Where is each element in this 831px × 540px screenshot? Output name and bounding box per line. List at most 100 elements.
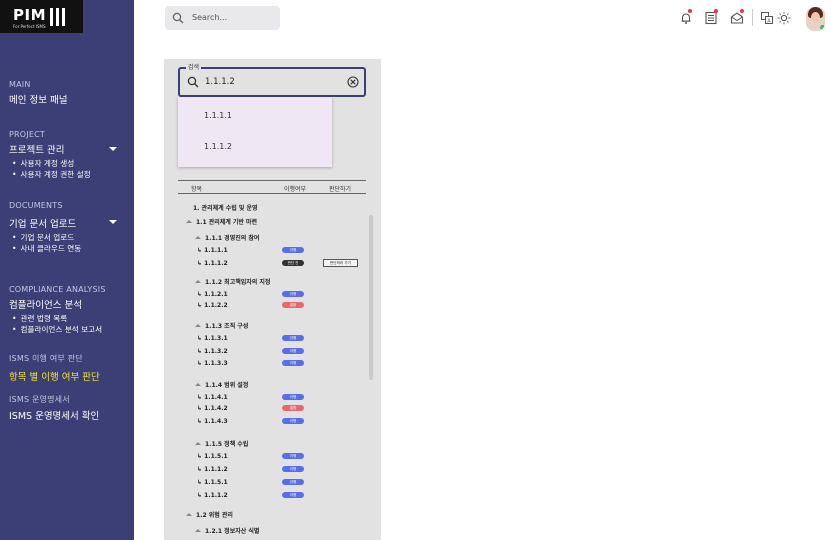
tree-row[interactable]: ↳ 1.1.1.1 [197, 247, 228, 254]
nav-caption: ISMS 이행 여부 판단 [9, 354, 83, 363]
logo[interactable]: PIM For Perfect ISMS [0, 0, 83, 33]
status-badge: 이행 [282, 291, 304, 297]
item-search-field[interactable]: 검색 1.1.1.2 [178, 62, 366, 97]
row-label: 1.1.1.2 [204, 492, 228, 499]
nav-subitem-cloud-link[interactable]: 사내 클라우드 연동 [12, 243, 81, 254]
tree-row[interactable]: ↳ 1.1.4.2 [197, 405, 228, 412]
tree-row[interactable]: 1.1.2 최고책임자의 지정 [195, 277, 270, 286]
row-label: 1.1.1.2 [204, 466, 228, 473]
status-badge: 결함 [282, 302, 304, 308]
tree-row[interactable]: 1.1.1 경영진의 참여 [195, 233, 259, 242]
status-badge: 이행 [282, 335, 304, 341]
search-suggestions: 1.1.1.1 1.1.1.2 [178, 97, 332, 167]
tree-row[interactable]: 1. 관리체계 수립 및 운영 [193, 203, 258, 212]
nav-caption: ISMS 운영명세서 [9, 395, 70, 404]
row-label: 1.1.1.2 [204, 260, 228, 267]
row-label: 1.2.1 정보자산 식별 [205, 528, 260, 535]
tree-row[interactable]: ↳ 1.1.1.2 [197, 492, 228, 499]
tree-row[interactable]: ↳ 1.1.4.1 [197, 394, 228, 401]
nav-item-isms-spec[interactable]: ISMS 운영명세서 확인 [9, 408, 99, 422]
tree-row[interactable]: 1.2 위험 관리 [186, 510, 233, 519]
bell-icon[interactable] [679, 9, 693, 24]
tree-row[interactable]: 1.1.5 정책 수립 [195, 439, 248, 448]
search-placeholder: Search... [192, 13, 228, 22]
logo-tagline: For Perfect ISMS [13, 24, 46, 29]
status-badge: 이행 [282, 492, 304, 498]
tree-row[interactable]: 1.2.1 정보자산 식별 [195, 526, 259, 535]
table-header: 항목 이행여부 판단하기 [178, 180, 366, 194]
global-search[interactable]: Search... [165, 6, 280, 30]
tree-scrollbar[interactable] [369, 215, 373, 380]
row-label: 1.1.5.1 [204, 479, 228, 486]
collapse-icon [195, 236, 201, 239]
tree-row[interactable]: ↳ 1.1.2.1 [197, 291, 228, 298]
nav-sublist: 관련 법령 목록 컴플라이언스 분석 보고서 [9, 313, 106, 335]
nav-section-main: MAIN 메인 정보 패널 [9, 80, 67, 106]
notification-dot [740, 9, 744, 13]
list-icon[interactable] [704, 9, 718, 25]
status-badge: 이행 [282, 479, 304, 485]
status-badge: 결함 [282, 405, 304, 411]
sidebar: PIM For Perfect ISMS MAIN 메인 정보 패널 PROJE… [0, 0, 134, 540]
nav-section-compliance: COMPLIANCE ANALYSIS 컴플라이언스 분석 관련 법령 목록 컴… [9, 285, 106, 335]
tree-row[interactable]: 1.1 관리체계 기반 마련 [186, 217, 257, 226]
go-judge-button[interactable]: 판단하러 가기 [323, 259, 358, 267]
collapse-icon [195, 280, 201, 283]
app-root: PIM For Perfect ISMS MAIN 메인 정보 패널 PROJE… [0, 0, 831, 540]
row-label: 1.1.2 최고책임자의 지정 [205, 279, 271, 286]
nav-item-compliance-analysis[interactable]: 컴플라이언스 분석 [9, 297, 106, 311]
suggestion-item[interactable]: 1.1.1.1 [204, 111, 232, 120]
tree-row[interactable]: ↳ 1.1.2.2 [197, 302, 228, 309]
translate-icon[interactable]: A [760, 10, 774, 25]
collapse-icon [186, 220, 192, 223]
chevron-down-icon[interactable] [109, 220, 117, 224]
nav-sublist: 기업 문서 업로드 사내 클라우드 연동 [9, 232, 81, 254]
nav-subitem-account-permissions[interactable]: 사용자 계정 권한 설정 [12, 169, 90, 180]
nav-subitem-analysis-report[interactable]: 컴플라이언스 분석 보고서 [12, 324, 106, 335]
nav-section-project: PROJECT 프로젝트 관리 사용자 계정 생성 사용자 계정 권한 설정 [9, 130, 91, 180]
tree-row[interactable]: ↳ 1.1.5.1 [197, 479, 228, 486]
notification-dot [714, 9, 718, 13]
nav-caption: COMPLIANCE ANALYSIS [9, 285, 106, 294]
status-badge: 이행 [282, 360, 304, 366]
status-badge: 이행 [282, 247, 304, 253]
nav-subitem-create-account[interactable]: 사용자 계정 생성 [12, 158, 91, 169]
logo-text: PIM [13, 6, 47, 24]
tree-row[interactable]: ↳ 1.1.1.2 [197, 466, 228, 473]
row-label: 1.2 위험 관리 [196, 512, 233, 519]
nav-item-project-management[interactable]: 프로젝트 관리 [9, 142, 91, 156]
status-badge: 이행 [282, 453, 304, 459]
collapse-icon [186, 513, 192, 516]
nav-item-main-panel[interactable]: 메인 정보 패널 [9, 92, 67, 106]
tree-row[interactable]: ↳ 1.1.1.2 [197, 260, 228, 267]
nav-section-documents: DOCUMENTS 기업 문서 업로드 기업 문서 업로드 사내 클라우드 연동 [9, 201, 81, 254]
topbar-divider [752, 9, 753, 26]
nav-subitem-laws-list[interactable]: 관련 법령 목록 [12, 313, 106, 324]
row-label: 1.1.4.3 [204, 418, 228, 425]
chevron-down-icon[interactable] [109, 147, 117, 151]
clear-icon[interactable] [347, 76, 359, 88]
tree-row[interactable]: ↳ 1.1.5.1 [197, 453, 228, 460]
row-label: 1.1.1 경영진의 참여 [205, 235, 260, 242]
mail-icon[interactable] [730, 9, 744, 24]
avatar[interactable] [806, 7, 825, 31]
status-badge: 이행 [282, 466, 304, 472]
tree-row[interactable]: ↳ 1.1.4.3 [197, 418, 228, 425]
row-label: 1.1.4.2 [204, 405, 228, 412]
status-badge: 이행 [282, 394, 304, 400]
tree-row[interactable]: ↳ 1.1.3.2 [197, 348, 228, 355]
row-label: 1.1.5 정책 수립 [205, 441, 249, 448]
tree-row[interactable]: 1.1.4 범위 설정 [195, 380, 248, 389]
nav-caption: DOCUMENTS [9, 201, 63, 210]
suggestion-item[interactable]: 1.1.1.2 [204, 142, 232, 151]
search-field-value: 1.1.1.2 [205, 77, 235, 87]
tree-row[interactable]: ↳ 1.1.3.3 [197, 360, 228, 367]
nav-item-item-judgement[interactable]: 항목 별 이행 여부 판단 [9, 369, 100, 383]
sun-icon[interactable] [777, 10, 791, 25]
avatar-face [811, 12, 820, 23]
tree-row[interactable]: 1.1.3 조직 구성 [195, 321, 248, 330]
tree-row[interactable]: ↳ 1.1.3.1 [197, 335, 228, 342]
nav-subitem-document-upload[interactable]: 기업 문서 업로드 [12, 232, 81, 243]
nav-item-document-upload[interactable]: 기업 문서 업로드 [9, 216, 81, 230]
row-label: 1.1.3 조직 구성 [205, 323, 249, 330]
